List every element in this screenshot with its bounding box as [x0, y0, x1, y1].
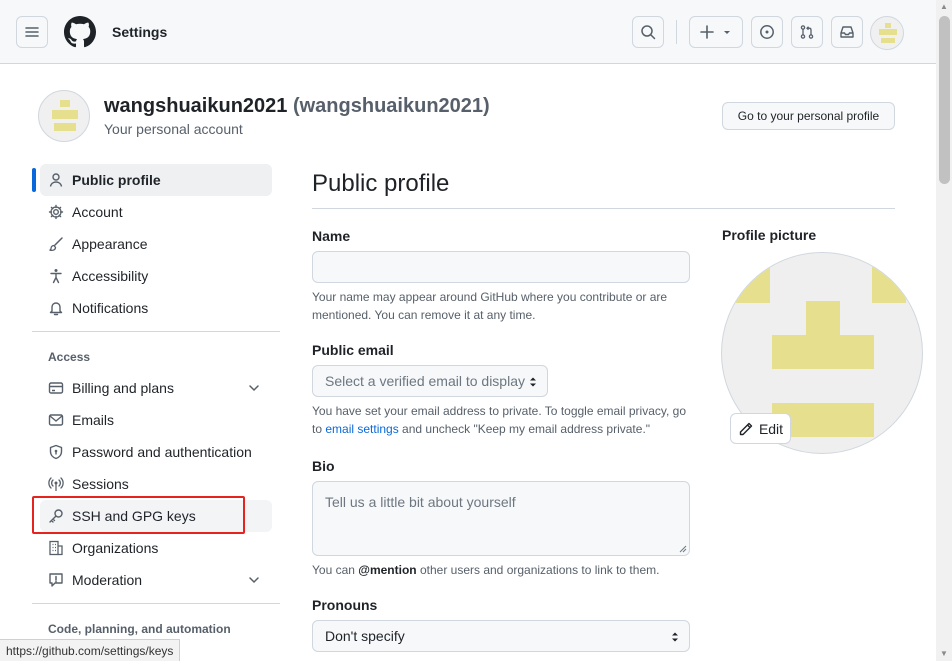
plus-icon: [700, 25, 714, 39]
chevron-down-icon[interactable]: [246, 572, 262, 588]
sidebar-heading-code: Code, planning, and automation: [48, 622, 231, 636]
page-title: Public profile: [312, 170, 450, 197]
pronouns-select[interactable]: Don't specify: [312, 620, 690, 652]
gear-icon: [48, 204, 64, 220]
account-subtitle: Your personal account: [104, 121, 243, 137]
public-email-select[interactable]: Select a verified email to display: [312, 365, 548, 397]
top-header: Settings: [0, 0, 936, 64]
browser-status-bar: https://github.com/settings/keys: [0, 639, 181, 661]
organization-icon: [48, 540, 64, 556]
issues-button[interactable]: [751, 16, 783, 48]
bio-placeholder: Tell us a little bit about yourself: [325, 494, 516, 510]
git-pull-request-icon: [800, 25, 814, 39]
person-icon: [48, 172, 64, 188]
title-divider: [312, 208, 895, 209]
edit-label: Edit: [758, 420, 784, 437]
public-email-note-text-end: and uncheck "Keep my email address priva…: [398, 422, 651, 436]
bio-textarea[interactable]: Tell us a little bit about yourself: [312, 481, 690, 556]
inbox-icon: [840, 26, 854, 38]
profile-picture-label: Profile picture: [722, 227, 817, 243]
sidebar-item-label: Emails: [72, 412, 115, 428]
sidebar-item-label: Accessibility: [72, 268, 149, 284]
sidebar-item-organizations[interactable]: Organizations: [40, 532, 272, 564]
page-context-title: Settings: [112, 24, 168, 40]
resize-grip-icon[interactable]: [679, 545, 687, 553]
pencil-icon: [739, 422, 753, 435]
shield-lock-icon: [48, 444, 64, 460]
sidebar-item-public-profile[interactable]: Public profile: [40, 164, 272, 196]
sidebar-item-label: Password and authentication: [72, 444, 252, 460]
highlight-box: [32, 496, 245, 534]
go-to-profile-button[interactable]: Go to your personal profile: [722, 102, 895, 130]
sidebar-item-moderation[interactable]: Moderation: [40, 564, 272, 596]
public-email-note: You have set your email address to priva…: [312, 402, 692, 438]
scroll-down-icon[interactable]: ▼: [939, 649, 949, 659]
sidebar-item-account[interactable]: Account: [40, 196, 272, 228]
inbox-button[interactable]: [831, 16, 863, 48]
sidebar-item-label: Notifications: [72, 300, 149, 316]
sidebar-item-label: Appearance: [72, 236, 148, 252]
chevron-down-icon[interactable]: [246, 380, 262, 396]
active-indicator: [32, 168, 36, 192]
sidebar-item-appearance[interactable]: Appearance: [40, 228, 272, 260]
account-name: wangshuaikun2021 (wangshuaikun2021): [104, 95, 490, 118]
sidebar-item-label: Moderation: [72, 572, 143, 588]
sidebar-divider: [32, 331, 280, 332]
sidebar-item-notifications[interactable]: Notifications: [40, 292, 272, 324]
pronouns-label: Pronouns: [312, 597, 378, 613]
name-note: Your name may appear around GitHub where…: [312, 290, 668, 322]
search-icon: [641, 25, 656, 40]
issue-opened-icon: [760, 25, 774, 39]
pull-requests-button[interactable]: [791, 16, 823, 48]
hamburger-icon: [25, 27, 39, 37]
select-arrows-icon: [530, 377, 536, 387]
mail-icon: [48, 412, 64, 428]
account-avatar: [38, 90, 90, 142]
page-scrollbar[interactable]: ▲ ▼: [936, 0, 952, 661]
bio-note-text-end: other users and organizations to link to…: [416, 563, 660, 577]
pronouns-select-value: Don't specify: [325, 628, 405, 644]
scrollbar-thumb[interactable]: [939, 16, 950, 184]
sidebar-item-label: Sessions: [72, 476, 129, 492]
scroll-up-icon[interactable]: ▲: [939, 2, 949, 12]
sidebar-heading-access: Access: [48, 350, 91, 364]
email-settings-link[interactable]: email settings: [325, 422, 398, 436]
name-input[interactable]: [312, 251, 690, 283]
mention-text: @mention: [358, 563, 417, 577]
sidebar-item-password-authentication[interactable]: Password and authentication: [40, 436, 272, 468]
sidebar-item-label: Account: [72, 204, 123, 220]
broadcast-icon: [48, 476, 64, 492]
sidebar-item-label: Public profile: [72, 172, 161, 188]
select-arrows-icon: [672, 632, 678, 642]
hamburger-menu-button[interactable]: [16, 16, 48, 48]
bio-note: You can @mention other users and organiz…: [312, 561, 692, 579]
public-email-label: Public email: [312, 342, 394, 358]
github-logo-icon[interactable]: [64, 16, 96, 51]
public-email-select-value: Select a verified email to display: [325, 373, 525, 389]
paintbrush-icon: [48, 236, 64, 252]
bio-label: Bio: [312, 458, 335, 474]
sidebar-item-accessibility[interactable]: Accessibility: [40, 260, 272, 292]
search-button[interactable]: [632, 16, 664, 48]
create-new-button[interactable]: [689, 16, 743, 48]
sidebar-item-billing[interactable]: Billing and plans: [40, 372, 272, 404]
sidebar-item-emails[interactable]: Emails: [40, 404, 272, 436]
triangle-down-icon: [724, 31, 730, 34]
sidebar-item-label: Organizations: [72, 540, 159, 556]
name-label: Name: [312, 228, 351, 244]
credit-card-icon: [48, 380, 64, 396]
sidebar-item-label: Billing and plans: [72, 380, 174, 396]
user-avatar-button[interactable]: [870, 16, 904, 50]
bio-note-text: You can: [312, 563, 359, 577]
report-icon: [48, 572, 64, 588]
accessibility-icon: [48, 268, 64, 284]
header-divider: [676, 20, 677, 44]
bell-icon: [48, 300, 64, 316]
edit-profile-picture-button[interactable]: Edit: [730, 413, 791, 444]
account-username: wangshuaikun2021: [104, 95, 288, 117]
account-login: (wangshuaikun2021): [292, 95, 490, 117]
sidebar-divider: [32, 603, 280, 604]
